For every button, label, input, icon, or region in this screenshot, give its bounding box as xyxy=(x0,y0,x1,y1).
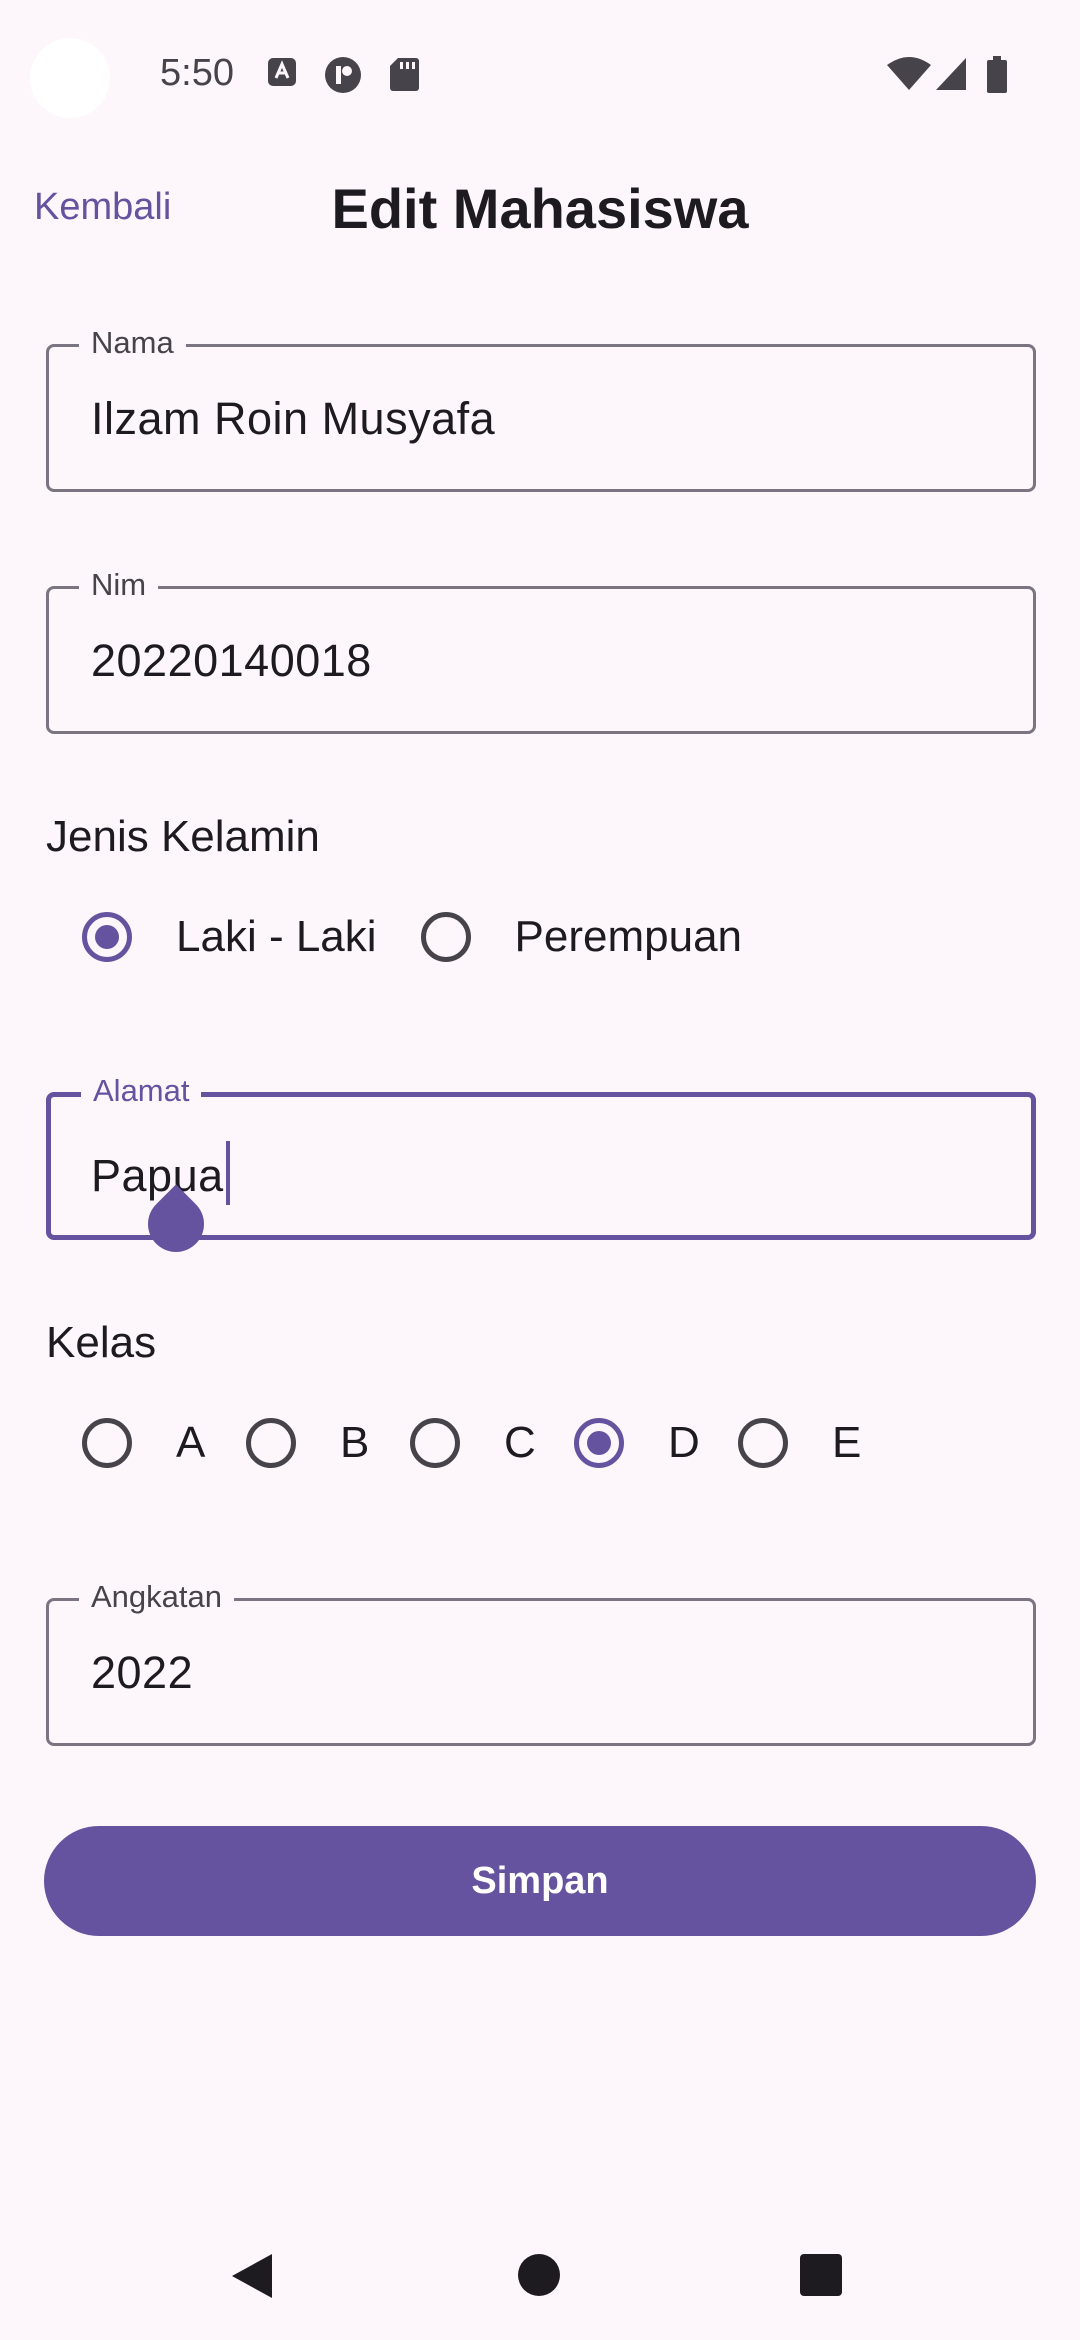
radio-button[interactable] xyxy=(246,1418,296,1468)
radio-button[interactable] xyxy=(410,1418,460,1468)
a-notification-icon xyxy=(268,58,296,86)
wifi-icon xyxy=(887,57,931,90)
signal-icon xyxy=(936,58,966,90)
radio-label-d: D xyxy=(668,1418,700,1467)
nim-field[interactable]: Nim 20220140018 xyxy=(46,567,1036,734)
angkatan-field[interactable]: Angkatan 2022 xyxy=(46,1579,1036,1746)
nav-home-icon[interactable] xyxy=(518,2254,560,2296)
nim-label: Nim xyxy=(79,567,159,603)
radio-button-selected[interactable] xyxy=(574,1418,624,1468)
nav-recents-icon[interactable] xyxy=(800,2254,842,2296)
back-button[interactable]: Kembali xyxy=(34,186,171,229)
camera-cutout xyxy=(30,38,110,118)
kelas-label: Kelas xyxy=(46,1318,157,1367)
radio-kelas-b[interactable]: B xyxy=(246,1418,410,1468)
battery-icon xyxy=(987,56,1007,93)
radio-kelas-d[interactable]: D xyxy=(574,1418,738,1468)
status-bar: 5:50 xyxy=(0,0,1080,150)
navigation-bar xyxy=(0,2206,1080,2340)
edit-mahasiswa-screen: 5:50 Edit Mahasiswa Kembali Nama Ilzam R… xyxy=(0,0,1080,2340)
radio-button-selected[interactable] xyxy=(82,912,132,962)
radio-kelas-a[interactable]: A xyxy=(82,1418,246,1468)
sync-icon xyxy=(325,57,361,93)
alamat-value: Papua xyxy=(91,1150,224,1201)
sd-card-icon xyxy=(390,58,419,91)
nama-field[interactable]: Nama Ilzam Roin Musyafa xyxy=(46,325,1036,492)
jenis-kelamin-radio-group: Laki - Laki Perempuan xyxy=(82,912,742,962)
radio-label-e: E xyxy=(832,1418,862,1467)
radio-label-a: A xyxy=(176,1418,206,1467)
angkatan-label: Angkatan xyxy=(79,1579,234,1615)
radio-button[interactable] xyxy=(738,1418,788,1468)
radio-button[interactable] xyxy=(82,1418,132,1468)
status-time: 5:50 xyxy=(160,52,234,94)
alamat-label: Alamat xyxy=(81,1073,202,1109)
radio-laki-laki[interactable]: Laki - Laki xyxy=(82,912,377,962)
radio-label-b: B xyxy=(340,1418,370,1467)
save-button[interactable]: Simpan xyxy=(44,1826,1036,1936)
nama-value: Ilzam Roin Musyafa xyxy=(91,393,496,444)
angkatan-value: 2022 xyxy=(91,1647,194,1698)
radio-label-perempuan: Perempuan xyxy=(514,912,743,961)
text-cursor xyxy=(225,1141,230,1205)
kelas-radio-group: A B C D E xyxy=(82,1418,902,1468)
radio-label-c: C xyxy=(504,1418,536,1467)
radio-label-laki-laki: Laki - Laki xyxy=(176,912,377,961)
radio-kelas-e[interactable]: E xyxy=(738,1418,902,1468)
radio-button[interactable] xyxy=(420,912,471,962)
nav-back-icon[interactable] xyxy=(232,2254,272,2298)
jenis-kelamin-label: Jenis Kelamin xyxy=(46,812,320,861)
nama-label: Nama xyxy=(79,325,186,361)
alamat-value-wrapper: Papua xyxy=(91,1141,230,1205)
radio-perempuan[interactable]: Perempuan xyxy=(420,912,743,962)
nim-value: 20220140018 xyxy=(91,635,372,686)
radio-kelas-c[interactable]: C xyxy=(410,1418,574,1468)
